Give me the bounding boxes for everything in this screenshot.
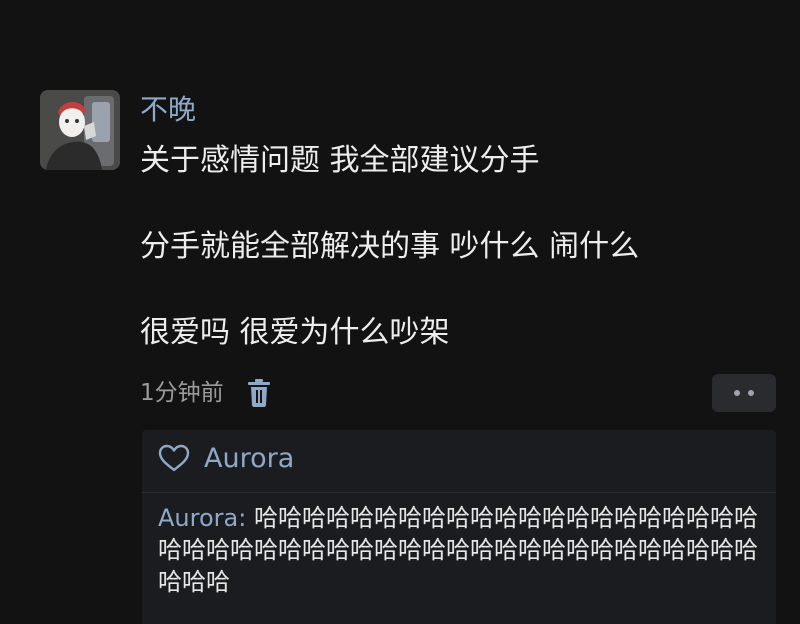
post-time: 1分钟前 [140, 379, 224, 406]
likes-names[interactable]: Aurora [204, 445, 294, 472]
divider [142, 492, 776, 493]
author-name[interactable]: 不晚 [140, 96, 196, 124]
heart-icon[interactable] [158, 444, 190, 472]
post-meta: 1分钟前 [140, 378, 272, 408]
avatar-image [40, 90, 120, 170]
more-icon [734, 390, 740, 396]
more-icon [748, 390, 754, 396]
trash-icon[interactable] [246, 378, 272, 408]
interaction-panel: Aurora Aurora: 哈哈哈哈哈哈哈哈哈哈哈哈哈哈哈哈哈哈哈哈哈哈哈哈哈… [142, 430, 776, 624]
comment-item[interactable]: Aurora: 哈哈哈哈哈哈哈哈哈哈哈哈哈哈哈哈哈哈哈哈哈哈哈哈哈哈哈哈哈哈哈哈… [158, 502, 768, 598]
post-text-line: 分手就能全部解决的事 吵什么 闹什么 [140, 229, 640, 264]
likes-row: Aurora [158, 444, 294, 472]
post-text-line: 很爱吗 很爱为什么吵架 [140, 315, 450, 350]
comment-author[interactable]: Aurora: [158, 504, 254, 532]
avatar[interactable] [40, 90, 120, 170]
more-button[interactable] [712, 374, 776, 412]
post-text-line: 关于感情问题 我全部建议分手 [140, 143, 540, 178]
